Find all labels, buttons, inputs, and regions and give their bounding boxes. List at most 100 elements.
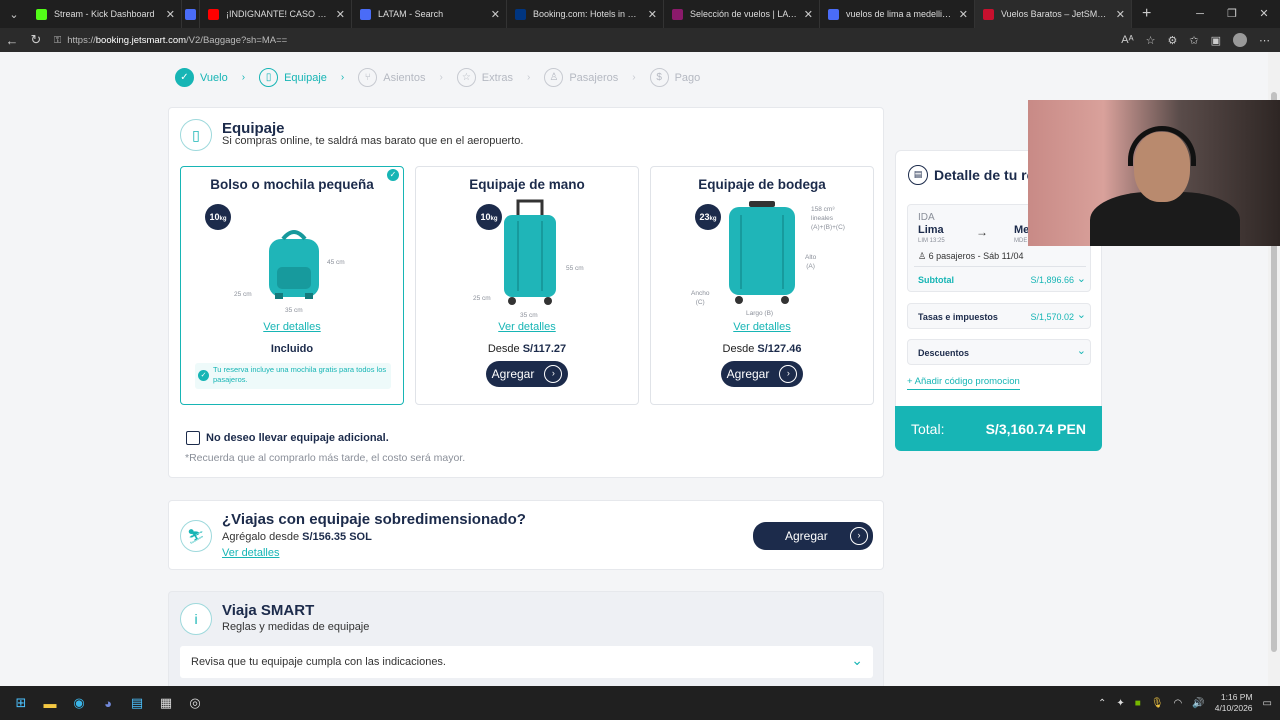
kick-icon [36, 8, 47, 20]
close-icon[interactable]: ✕ [959, 8, 968, 21]
details-link[interactable]: Ver detalles [181, 321, 403, 333]
step-pago[interactable]: $ Pago [649, 68, 700, 87]
no-extra-label: No deseo llevar equipaje adicional. [206, 432, 389, 444]
add-oversize-button[interactable]: Agregar › [753, 522, 873, 550]
booking-icon [515, 8, 526, 20]
tab-latam[interactable]: Selección de vuelos | LATAM Airli✕ [664, 0, 820, 28]
favorites-icon[interactable]: ✩ [1189, 34, 1198, 47]
pax-info: ♙ 6 pasajeros - Sáb 11/04 [918, 251, 1024, 261]
weight-badge: 10kg [205, 204, 231, 230]
smart-title: Viaja SMART [222, 602, 315, 619]
extensions-icon[interactable]: ⚙ [1168, 34, 1178, 47]
collections-icon[interactable]: ▣ [1211, 34, 1221, 47]
windows-start-icon[interactable]: ⊞ [10, 692, 32, 714]
system-clock[interactable]: 1:16 PM 4/10/2026 [1215, 692, 1253, 714]
site-info-icon[interactable]: ⚿ [54, 35, 61, 46]
add-checked-bag-button[interactable]: Agregar › [721, 361, 803, 387]
dollar-icon: $ [649, 68, 669, 87]
oversize-title: ¿Viajas con equipaje sobredimensionado? [222, 511, 526, 528]
menu-icon[interactable]: ⋯ [1259, 34, 1270, 47]
tab-youtube[interactable]: ¡INDIGNANTE! CASO SMASH Y D✕ [200, 0, 352, 28]
chevron-down-icon[interactable]: ⌄ [1077, 272, 1086, 285]
details-link[interactable]: Ver detalles [651, 321, 873, 333]
close-icon[interactable]: ✕ [648, 8, 657, 21]
option-carry-on[interactable]: Equipaje de mano 10kg 55 cm 25 cm 35 cm … [415, 166, 639, 405]
nvidia-icon[interactable]: ■ [1135, 698, 1141, 709]
minimize-icon[interactable]: ─ [1184, 0, 1216, 28]
check-icon: ✓ [387, 169, 399, 181]
step-asientos[interactable]: ⑂ Asientos [358, 68, 425, 87]
browser-toolbar: Aᴬ ☆ ⚙ ✩ ▣ ⋯ [1121, 28, 1270, 52]
total-amount: S/3,160.74 PEN [985, 420, 1086, 437]
step-vuelo[interactable]: ✓ Vuelo [175, 68, 228, 87]
tab-actions-icon[interactable]: ⌄ [0, 0, 28, 28]
height-label: Alto (A) [805, 254, 817, 270]
total-bar: Total: S/3,160.74 PEN [895, 406, 1102, 451]
add-carry-on-button[interactable]: Agregar › [486, 361, 568, 387]
arrow-right-icon: › [544, 365, 563, 383]
tab-booking[interactable]: Booking.com: Hotels in Medellín✕ [507, 0, 664, 28]
info-icon: i [180, 603, 212, 635]
chevron-up-icon[interactable]: ⌃ [1098, 698, 1106, 709]
details-link[interactable]: Ver detalles [416, 321, 638, 333]
promo-code-link[interactable]: + Añadir código promocion [907, 376, 1020, 390]
file-explorer-icon[interactable]: ▬ [39, 692, 61, 714]
taxes-row[interactable]: Tasas e impuestos S/1,570.02 ⌄ [907, 303, 1091, 329]
close-icon[interactable]: ✕ [1116, 8, 1125, 21]
read-aloud-icon[interactable]: Aᴬ [1121, 34, 1133, 46]
profile-avatar[interactable] [1233, 33, 1247, 47]
notepad-icon[interactable]: ▤ [126, 692, 148, 714]
back-icon[interactable]: ← [0, 33, 24, 48]
edge-icon[interactable]: ◉ [68, 692, 90, 714]
discounts-row[interactable]: Descuentos ⌄ [907, 339, 1091, 365]
oversize-bag-icon: ⛷ [180, 520, 212, 552]
backpack-icon [269, 230, 319, 299]
calculator-icon[interactable]: ▦ [155, 692, 177, 714]
new-tab-button[interactable]: + [1142, 5, 1151, 23]
favorite-icon[interactable]: ☆ [1146, 34, 1156, 47]
window-controls: ─ ❐ ✕ [1184, 0, 1280, 28]
url-field[interactable]: ⚿ https://booking.jetsmart.com/V2/Baggag… [54, 31, 287, 49]
smart-subtitle: Reglas y medidas de equipaje [222, 621, 370, 633]
baggage-section: ▯ Equipaje Si compras online, te saldrá … [168, 107, 884, 478]
chevron-right-icon: › [526, 72, 531, 83]
close-icon[interactable]: ✕ [166, 8, 175, 21]
tab-pinned[interactable] [182, 0, 200, 28]
star-icon: ☆ [456, 68, 476, 87]
check-icon: ✓ [198, 370, 209, 381]
maximize-icon[interactable]: ❐ [1216, 0, 1248, 28]
notification-icon[interactable]: ▭ [1263, 698, 1272, 709]
close-icon[interactable]: ✕ [804, 8, 813, 21]
page-icon [185, 8, 196, 20]
tray-app-icon[interactable]: ✦ [1116, 698, 1124, 709]
chevron-down-icon: ⌄ [851, 652, 863, 668]
discord-icon[interactable]: ◕ [97, 692, 119, 714]
oversize-details-link[interactable]: Ver detalles [222, 547, 279, 559]
youtube-icon [208, 8, 219, 20]
close-window-icon[interactable]: ✕ [1248, 0, 1280, 28]
tab-latam-search[interactable]: LATAM - Search ✕ [352, 0, 507, 28]
option-small-bag[interactable]: ✓ Bolso o mochila pequeña 10kg 45 cm 25 … [180, 166, 404, 405]
network-icon[interactable]: ◠ [1174, 698, 1183, 709]
tab-search[interactable]: vuelos de lima a medellin - Searc✕ [820, 0, 975, 28]
chevron-right-icon: › [340, 72, 345, 83]
price-label: Desde S/117.27 [487, 343, 567, 355]
close-icon[interactable]: ✕ [491, 8, 500, 21]
step-equipaje[interactable]: ▯ Equipaje [259, 68, 327, 87]
microphone-icon[interactable]: 🎙 [1151, 698, 1164, 709]
obs-icon[interactable]: ◎ [184, 692, 206, 714]
close-icon[interactable]: ✕ [336, 8, 345, 21]
smart-row[interactable]: Revisa que tu equipaje cumpla con las in… [180, 646, 873, 678]
suitcase-icon: ▯ [259, 68, 279, 87]
windows-taskbar: ⊞ ▬ ◉ ◕ ▤ ▦ ◎ ⌃ ✦ ■ 🎙 ◠ 🔊 1:16 PM 4/10/20… [0, 686, 1280, 720]
step-extras[interactable]: ☆ Extras [456, 68, 513, 87]
tab-kick[interactable]: Stream - Kick Dashboard ✕ [28, 0, 182, 28]
no-extra-checkbox[interactable] [186, 431, 200, 445]
reload-icon[interactable]: ↻ [24, 32, 48, 48]
step-pasajeros[interactable]: ♙ Pasajeros [544, 68, 618, 87]
volume-icon[interactable]: 🔊 [1192, 698, 1204, 709]
tab-jetsmart[interactable]: Vuelos Baratos – JetSMART Avion✕ [975, 0, 1132, 28]
included-label: Incluido [270, 343, 314, 355]
smart-section: i Viaja SMART Reglas y medidas de equipa… [168, 591, 884, 686]
option-checked-bag[interactable]: Equipaje de bodega 23kg 158 cm³ lineales(… [650, 166, 874, 405]
